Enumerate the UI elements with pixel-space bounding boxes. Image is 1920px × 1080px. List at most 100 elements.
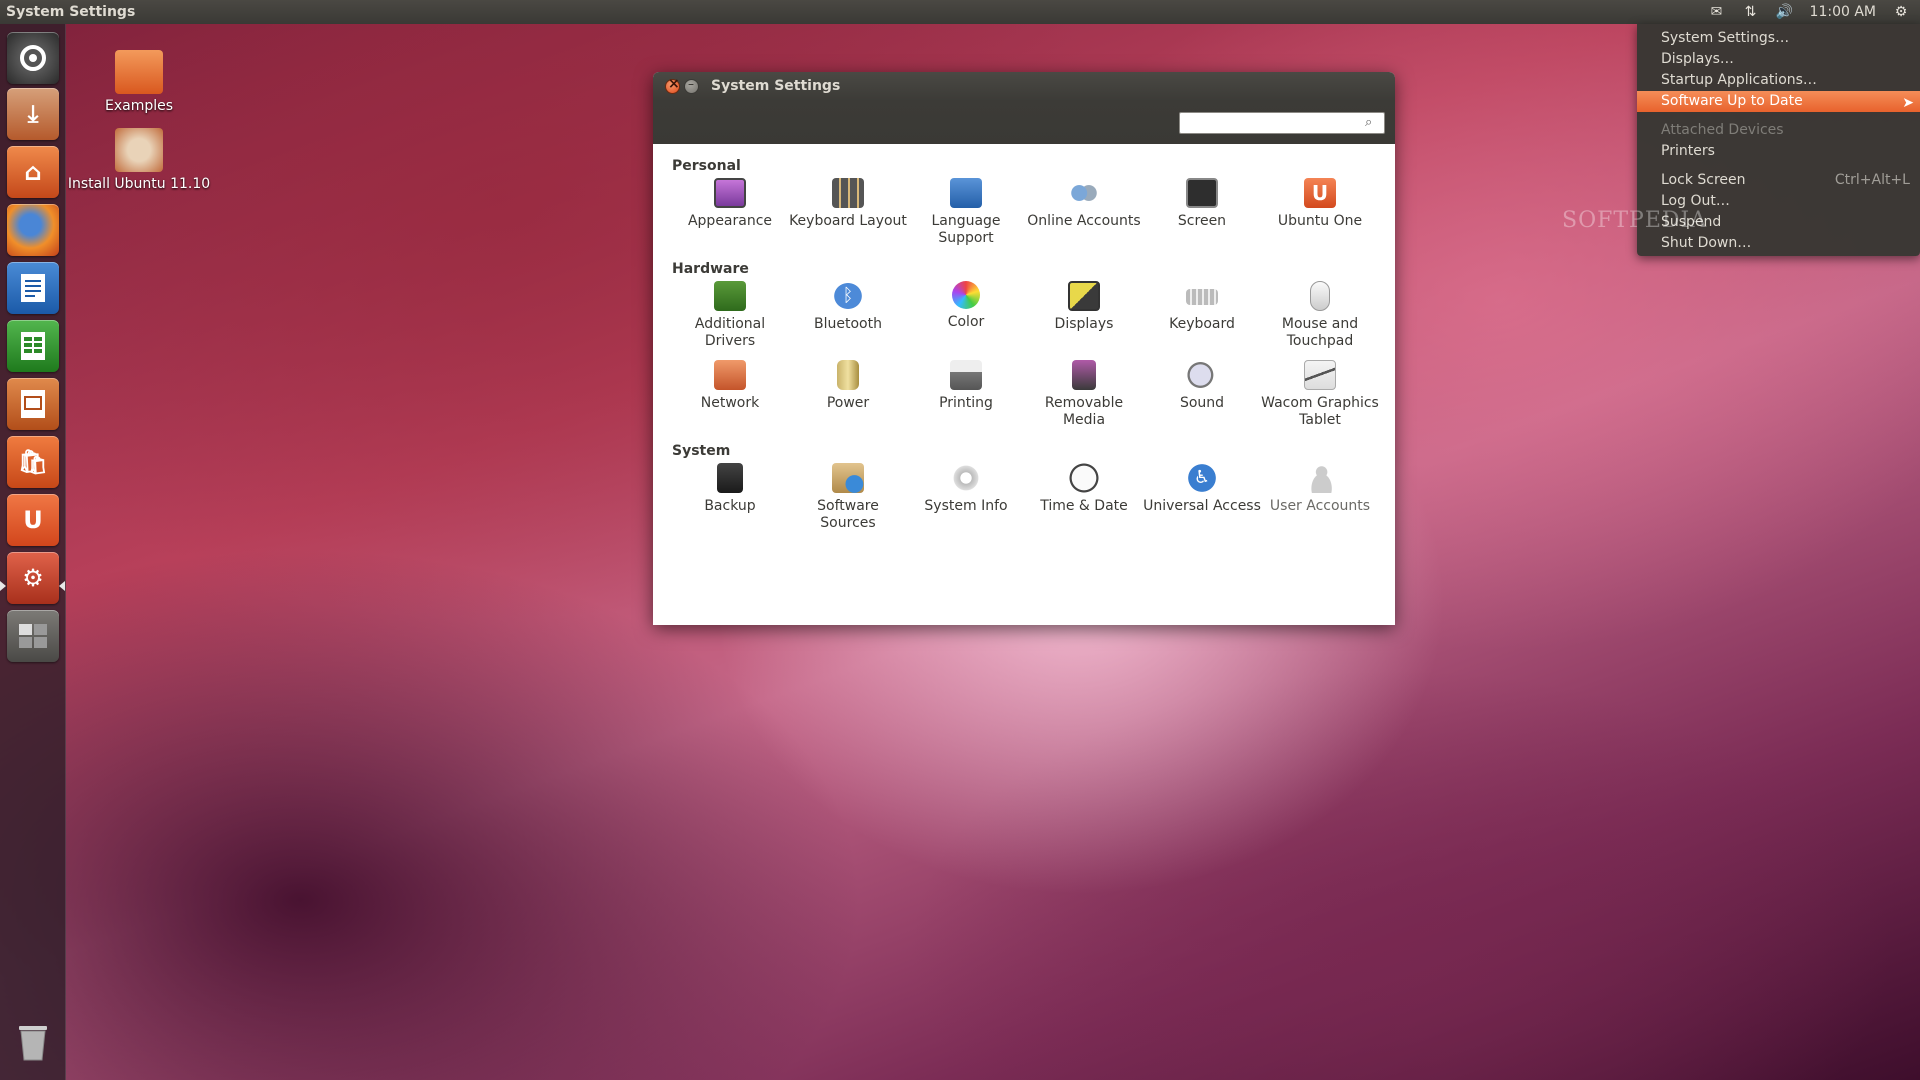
menu-item-printers[interactable]: Printers (1637, 141, 1920, 162)
settings-item-network[interactable]: Network (671, 360, 789, 439)
item-label: Bluetooth (814, 316, 882, 332)
menu-item-label: Log Out… (1661, 193, 1730, 209)
item-label: Mouse and Touchpad (1281, 316, 1359, 349)
settings-item-ubuntu-one[interactable]: U Ubuntu One (1261, 178, 1379, 257)
screen-lock-icon (1186, 178, 1218, 208)
clock-icon (1068, 463, 1100, 493)
item-label: Online Accounts (1027, 213, 1141, 229)
writer-icon[interactable] (7, 262, 59, 314)
menu-item-system-settings[interactable]: System Settings… (1637, 28, 1920, 49)
wacom-tablet-icon (1304, 360, 1336, 390)
desktop-icon-examples[interactable]: Examples (64, 50, 214, 114)
backup-icon (717, 463, 743, 493)
search-input[interactable] (1179, 112, 1385, 134)
folder-icon (115, 50, 163, 94)
settings-item-printing[interactable]: Printing (907, 360, 1025, 439)
keyboard-layout-icon (832, 178, 864, 208)
settings-item-keyboard[interactable]: Keyboard (1143, 281, 1261, 360)
system-settings-window: System Settings ⌕ Personal Appearance Ke… (653, 72, 1395, 625)
user-accounts-icon (1304, 463, 1336, 493)
item-label: Keyboard (1169, 316, 1235, 332)
network-icon (714, 360, 746, 390)
software-center-icon[interactable]: 🛍 (7, 436, 59, 488)
item-label: Power (826, 395, 870, 411)
bluetooth-icon: ᛒ (832, 281, 864, 311)
settings-item-language-support[interactable]: Language Support (907, 178, 1025, 257)
menu-item-label: Displays… (1661, 51, 1734, 67)
menu-item-startup-applications[interactable]: Startup Applications… (1637, 70, 1920, 91)
settings-item-removable-media[interactable]: Removable Media (1025, 360, 1143, 439)
home-folder-icon[interactable]: ⌂ (7, 146, 59, 198)
settings-item-wacom-tablet[interactable]: Wacom Graphics Tablet (1261, 360, 1379, 439)
displays-icon (1068, 281, 1100, 311)
power-icon (837, 360, 859, 390)
clock-indicator[interactable]: 11:00 AM (1810, 4, 1876, 20)
dash-home-icon[interactable] (7, 32, 59, 84)
menu-item-label: Lock Screen (1661, 172, 1746, 188)
settings-item-appearance[interactable]: Appearance (671, 178, 789, 257)
system-info-icon (950, 463, 982, 493)
settings-item-time-date[interactable]: Time & Date (1025, 463, 1143, 542)
menu-item-lock-screen[interactable]: Lock Screen Ctrl+Alt+L (1637, 170, 1920, 191)
item-label: Printing (939, 395, 993, 411)
menu-separator (1637, 162, 1920, 170)
launcher: ⤓ ⌂ 🛍 U ⚙ (0, 24, 66, 1080)
desktop-icon-install-ubuntu[interactable]: Install Ubuntu 11.10 (64, 128, 214, 192)
menu-item-label: Startup Applications… (1661, 72, 1817, 88)
impress-icon[interactable] (7, 378, 59, 430)
settings-item-sound[interactable]: Sound (1143, 360, 1261, 439)
mail-icon[interactable]: ✉ (1708, 4, 1726, 20)
settings-item-screen[interactable]: Screen (1143, 178, 1261, 257)
gear-icon[interactable]: ⚙ (1892, 4, 1910, 20)
settings-item-additional-drivers[interactable]: Additional Drivers (671, 281, 789, 360)
settings-item-displays[interactable]: Displays (1025, 281, 1143, 360)
settings-item-color[interactable]: Color (907, 281, 1025, 360)
settings-item-mouse-touchpad[interactable]: Mouse and Touchpad (1261, 281, 1379, 360)
desktop-icon-label: Examples (104, 98, 174, 114)
menu-item-label: Printers (1661, 143, 1715, 159)
item-label: Software Sources (817, 498, 879, 531)
mouse-icon (1310, 281, 1330, 311)
volume-icon[interactable]: 🔊 (1776, 4, 1794, 20)
settings-item-software-sources[interactable]: Software Sources (789, 463, 907, 542)
trash-icon[interactable] (7, 1016, 59, 1068)
settings-item-universal-access[interactable]: ♿ Universal Access (1143, 463, 1261, 542)
settings-item-backup[interactable]: Backup (671, 463, 789, 542)
item-label: Time & Date (1040, 498, 1128, 514)
window-titlebar[interactable]: System Settings ⌕ (653, 72, 1395, 144)
system-settings-icon[interactable]: ⚙ (7, 552, 59, 604)
close-button[interactable] (665, 76, 680, 94)
menu-item-attached-devices: Attached Devices (1637, 120, 1920, 141)
calc-icon[interactable] (7, 320, 59, 372)
install-ubuntu-icon[interactable]: ⤓ (7, 88, 59, 140)
item-label: Sound (1179, 395, 1225, 411)
settings-item-user-accounts[interactable]: User Accounts (1261, 463, 1379, 542)
settings-item-keyboard-layout[interactable]: Keyboard Layout (789, 178, 907, 257)
launcher-focused-indicator (59, 581, 65, 591)
online-accounts-icon (1068, 178, 1100, 208)
additional-drivers-icon (714, 281, 746, 311)
workspace-switcher-icon[interactable] (7, 610, 59, 662)
item-label: Ubuntu One (1277, 213, 1363, 229)
sound-icon (1186, 360, 1218, 390)
network-icon[interactable]: ⇅ (1742, 4, 1760, 20)
section-title-hardware: Hardware (672, 261, 749, 277)
settings-item-system-info[interactable]: System Info (907, 463, 1025, 542)
settings-item-bluetooth[interactable]: ᛒ Bluetooth (789, 281, 907, 360)
firefox-icon[interactable] (7, 204, 59, 256)
item-label: User Accounts (1269, 498, 1371, 514)
item-label: Language Support (931, 213, 1001, 246)
menu-item-displays[interactable]: Displays… (1637, 49, 1920, 70)
menu-item-software-up-to-date[interactable]: Software Up to Date ➤ (1637, 91, 1920, 112)
indicator-area: ✉ ⇅ 🔊 11:00 AM ⚙ (1708, 4, 1920, 20)
minimize-button[interactable] (684, 77, 699, 94)
settings-item-online-accounts[interactable]: Online Accounts (1025, 178, 1143, 257)
item-label: Keyboard Layout (789, 213, 907, 229)
item-label: Wacom Graphics Tablet (1261, 395, 1379, 428)
menu-item-shut-down[interactable]: Shut Down… (1637, 233, 1920, 254)
ubuntu-one-icon[interactable]: U (7, 494, 59, 546)
item-label: Additional Drivers (694, 316, 766, 349)
section-grid-hardware: Additional Drivers ᛒ Bluetooth Color Disp… (671, 281, 1385, 439)
settings-item-power[interactable]: Power (789, 360, 907, 439)
window-title: System Settings (711, 78, 841, 94)
